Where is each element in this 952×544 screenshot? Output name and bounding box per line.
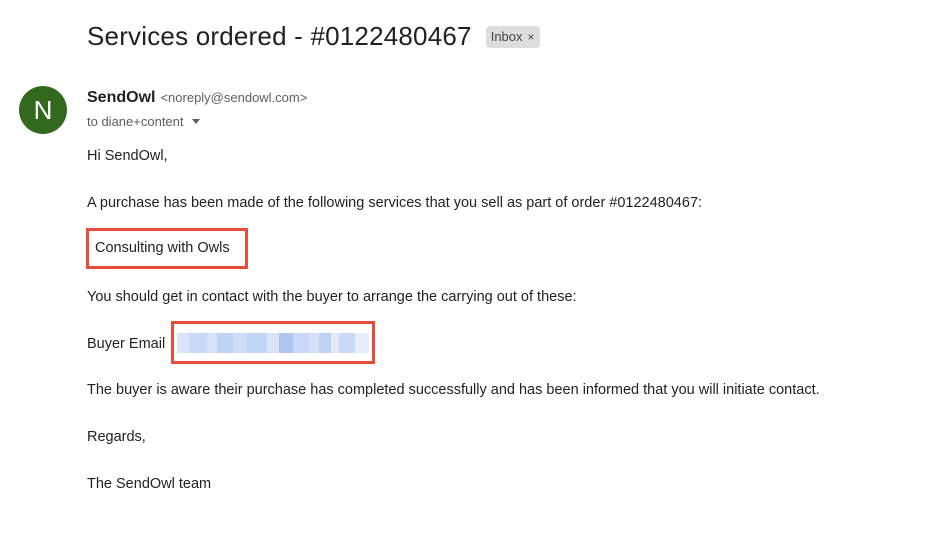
inbox-label-text: Inbox bbox=[490, 29, 523, 44]
greeting-line: Hi SendOwl, bbox=[87, 148, 168, 164]
email-view: Services ordered - #0122480467 Inbox × N… bbox=[0, 0, 952, 544]
service-name: Consulting with Owls bbox=[95, 240, 230, 256]
inbox-label-chip[interactable]: Inbox × bbox=[485, 26, 540, 48]
sender-avatar[interactable]: N bbox=[19, 86, 67, 134]
redacted-buyer-email[interactable] bbox=[177, 333, 369, 353]
close-icon[interactable]: × bbox=[528, 28, 535, 46]
notice-line: The buyer is aware their purchase has co… bbox=[87, 382, 820, 398]
instruction-line: You should get in contact with the buyer… bbox=[87, 289, 577, 305]
chevron-down-icon[interactable] bbox=[191, 119, 200, 124]
recipient-row: to diane+content bbox=[87, 114, 200, 129]
subject-row: Services ordered - #0122480467 Inbox × bbox=[87, 18, 540, 54]
email-subject: Services ordered - #0122480467 bbox=[87, 21, 472, 51]
intro-line: A purchase has been made of the followin… bbox=[87, 195, 703, 211]
avatar-initial: N bbox=[33, 94, 53, 125]
sender-name[interactable]: SendOwl bbox=[87, 89, 155, 107]
closing-line: Regards, bbox=[87, 429, 146, 445]
buyer-email-label: Buyer Email bbox=[87, 336, 166, 352]
recipient-text: to diane+content bbox=[87, 114, 184, 129]
signature-line: The SendOwl team bbox=[87, 476, 212, 492]
sender-email: <noreply@sendowl.com> bbox=[160, 90, 308, 105]
sender-row: SendOwl <noreply@sendowl.com> bbox=[87, 89, 307, 107]
